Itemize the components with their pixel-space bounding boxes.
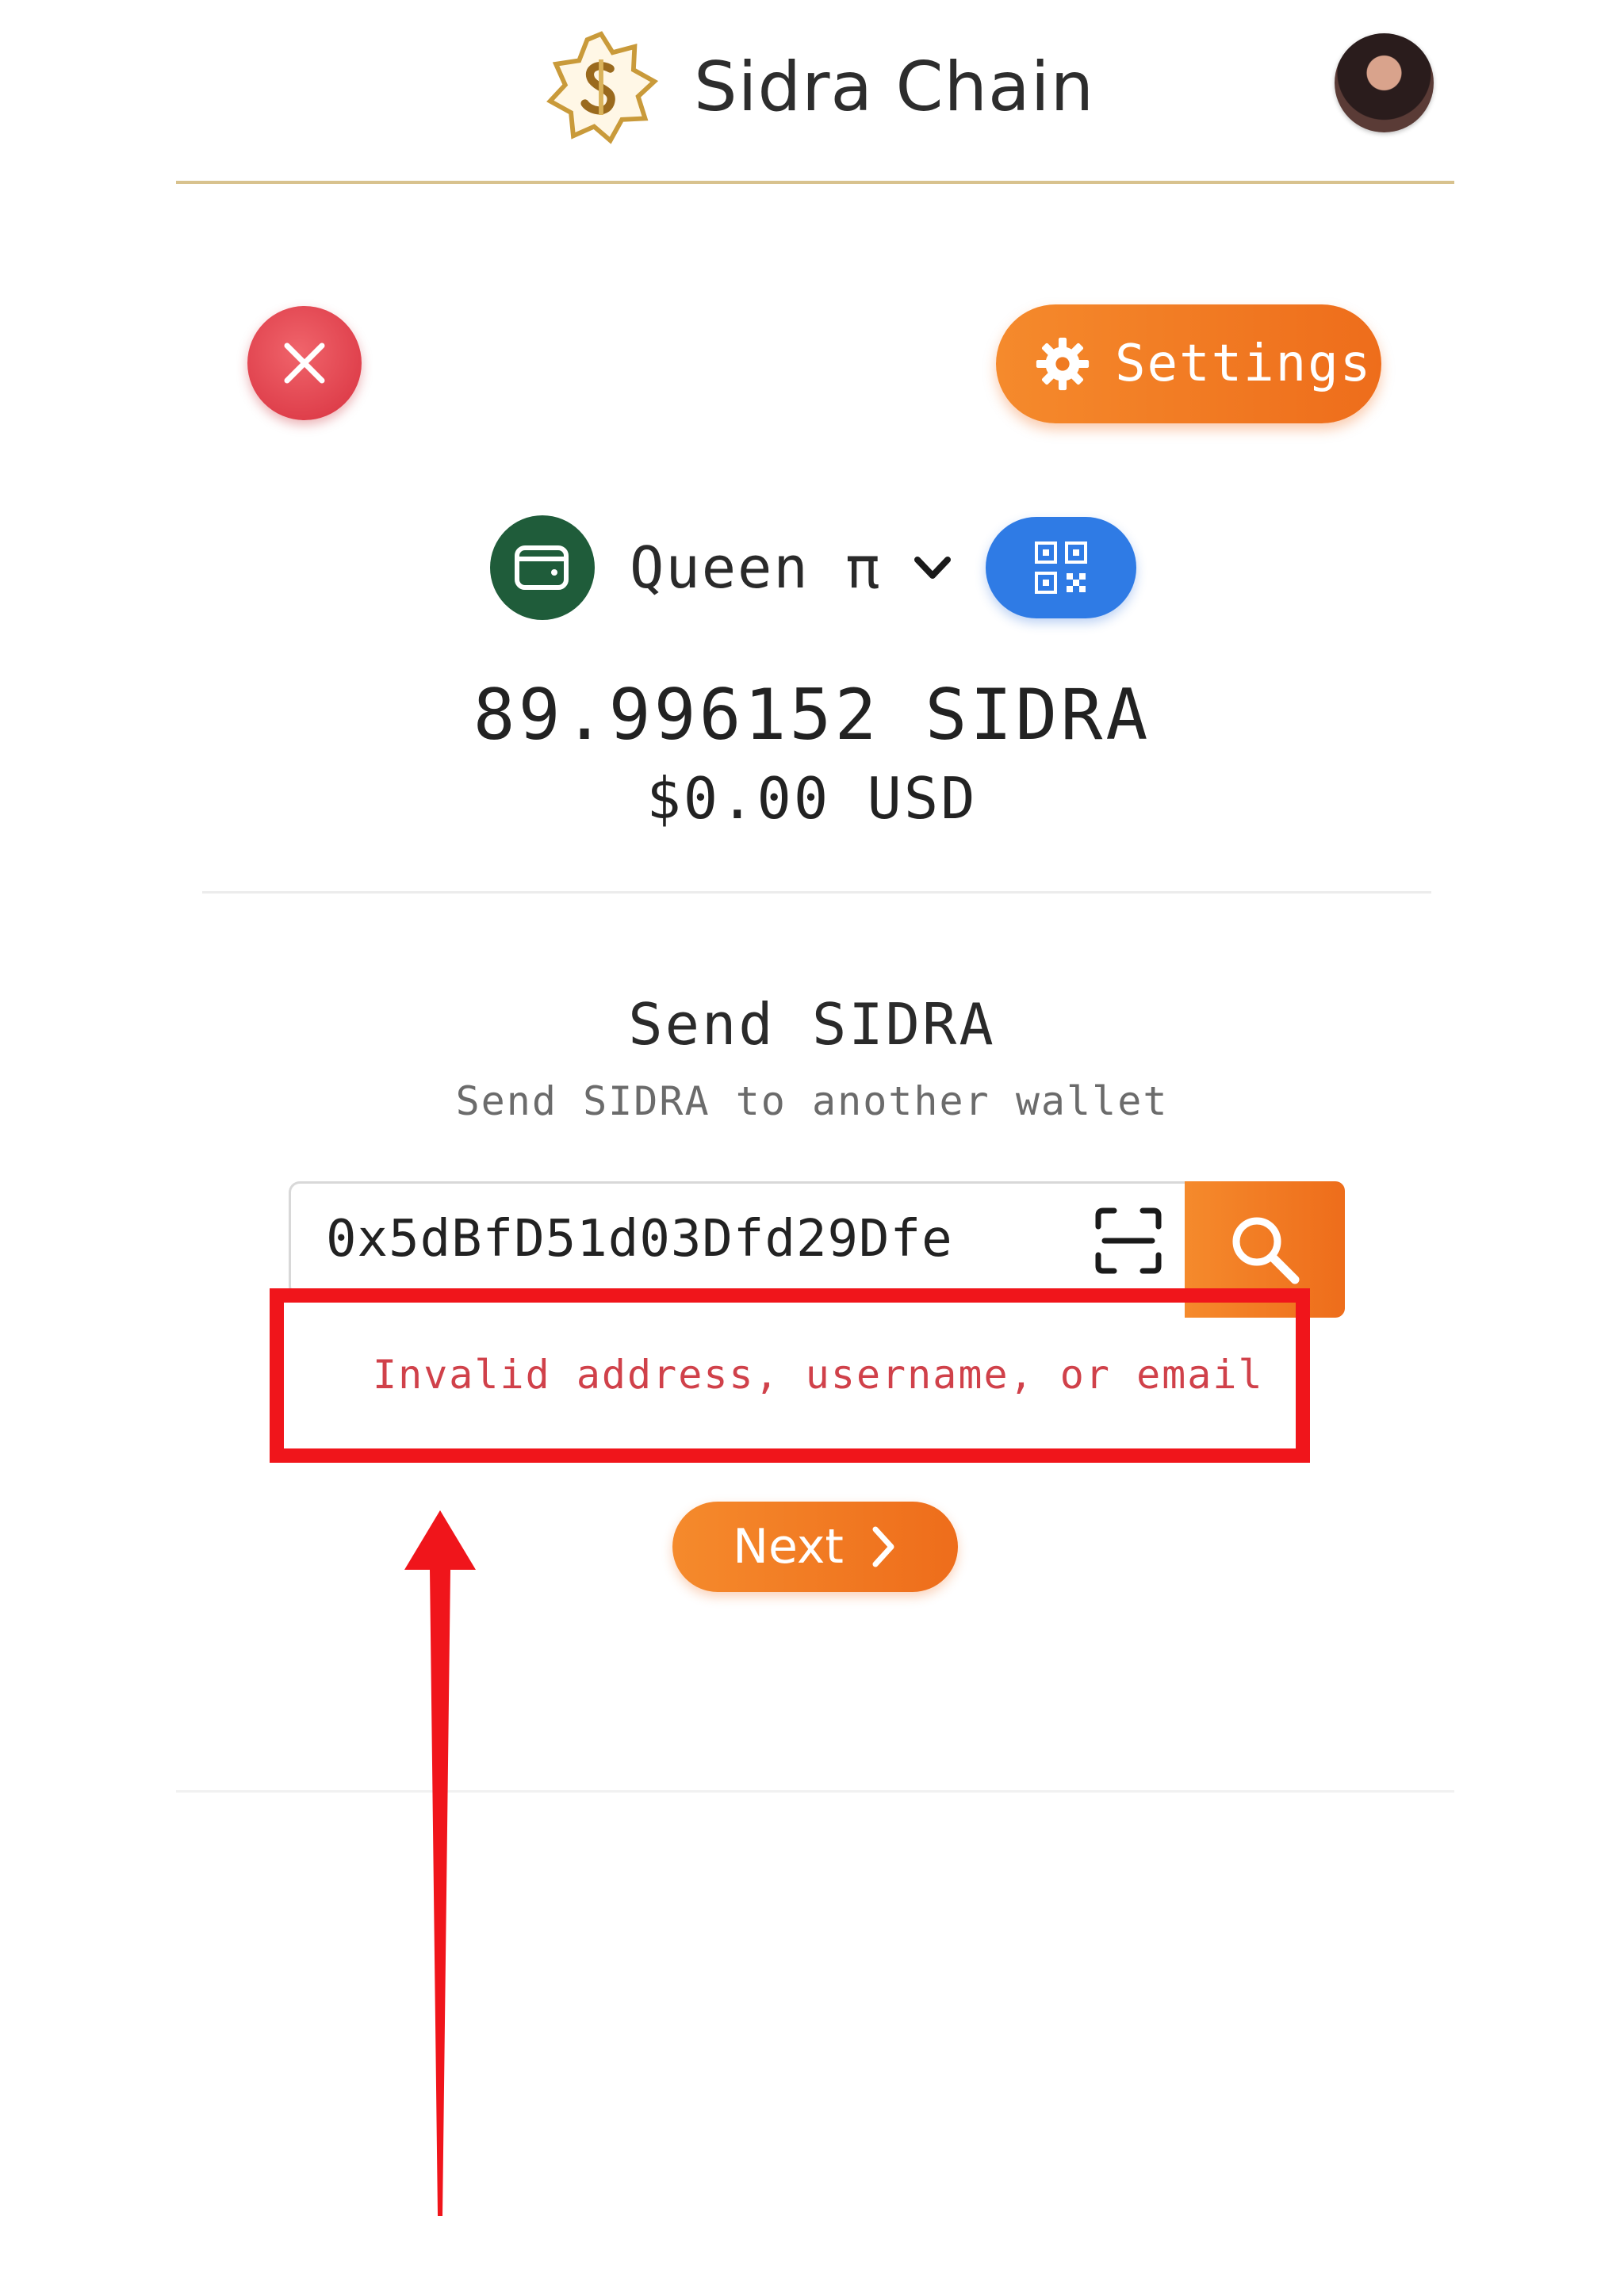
wallet-selector: Queen π [490,515,1137,620]
wallet-name[interactable]: Queen π [630,534,881,601]
brand: Sidra Chain [543,24,1094,151]
annotation-arrow [404,1510,476,2216]
balance-amount: 89.996152 SIDRA [473,674,1151,756]
footer-divider [176,1790,1454,1793]
send-title: Send SIDRA [628,991,996,1058]
chevron-down-icon[interactable] [913,553,952,582]
settings-label: Settings [1115,335,1373,393]
close-icon [284,342,325,384]
chevron-right-icon [872,1526,894,1567]
section-divider [202,891,1431,894]
send-subtitle: Send SIDRA to another wallet [455,1078,1169,1124]
address-field [289,1181,1187,1297]
scan-icon[interactable] [1094,1206,1163,1276]
wallet-icon [490,515,595,620]
settings-button[interactable]: Settings [996,304,1381,423]
search-icon [1232,1217,1300,1284]
qr-code-button[interactable] [986,517,1137,618]
annotation-highlight-box [270,1288,1310,1463]
sidra-logo-icon [546,31,659,144]
user-avatar[interactable] [1335,33,1434,132]
next-button[interactable]: Next [672,1502,958,1592]
qr-code-icon [1035,541,1088,594]
address-input[interactable] [326,1210,992,1269]
next-label: Next [733,1519,844,1575]
app-title: Sidra Chain [694,48,1095,127]
header-divider [176,181,1454,184]
gear-icon [1036,337,1090,391]
balance-usd: $0.00 USD [646,765,978,832]
close-button[interactable] [247,306,362,420]
app-header: Sidra Chain [0,0,1624,186]
